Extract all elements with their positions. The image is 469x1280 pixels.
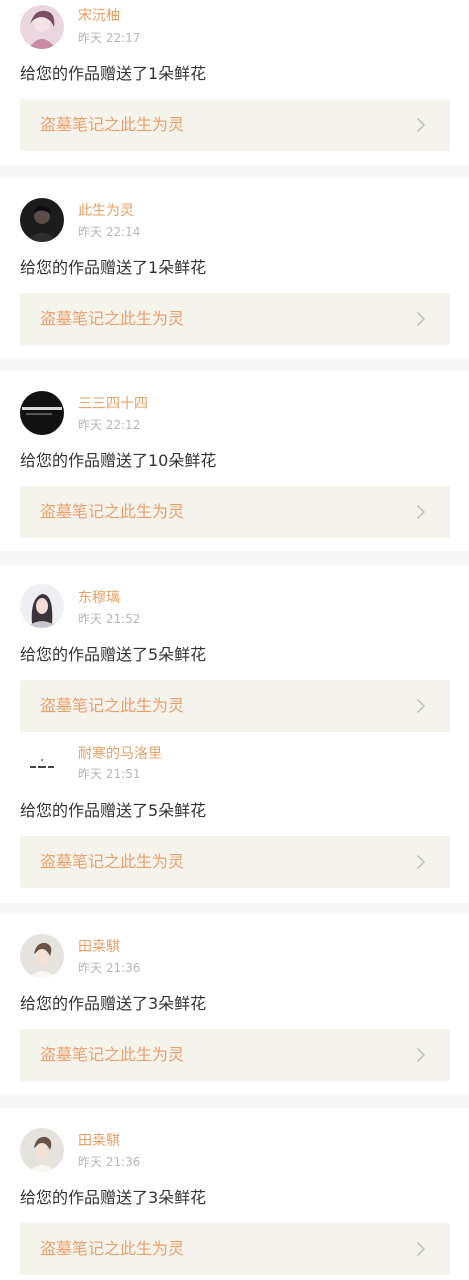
work-link[interactable]: 盗墓笔记之此生为灵 xyxy=(20,680,450,732)
timestamp: 昨天 21:52 xyxy=(78,612,141,626)
notification-card: 田桒騏 昨天 21:36 给您的作品赠送了3朵鲜花 盗墓笔记之此生为灵 xyxy=(0,1108,469,1280)
avatar[interactable] xyxy=(20,934,64,978)
gift-message: 给您的作品赠送了1朵鲜花 xyxy=(20,64,207,83)
notification-card: 田桒騏 昨天 21:36 给您的作品赠送了3朵鲜花 盗墓笔记之此生为灵 xyxy=(0,914,469,1094)
sender-name[interactable]: 此生为灵 xyxy=(78,202,134,220)
avatar-photo-icon xyxy=(20,5,64,49)
sender-name[interactable]: 三三四十四 xyxy=(78,395,148,413)
work-title: 盗墓笔记之此生为灵 xyxy=(40,696,185,715)
gift-message: 给您的作品赠送了3朵鲜花 xyxy=(20,1188,207,1207)
avatar[interactable] xyxy=(20,741,64,785)
avatar-photo-icon xyxy=(20,1128,64,1172)
work-title: 盗墓笔记之此生为灵 xyxy=(40,115,185,134)
avatar-photo-icon xyxy=(20,741,64,785)
chevron-right-icon xyxy=(417,312,425,326)
sender-name[interactable]: 田桒騏 xyxy=(78,1132,120,1150)
work-title: 盗墓笔记之此生为灵 xyxy=(40,1239,185,1258)
timestamp: 昨天 22:12 xyxy=(78,418,141,432)
work-link[interactable]: 盗墓笔记之此生为灵 xyxy=(20,486,450,538)
avatar-photo-icon xyxy=(20,934,64,978)
chevron-right-icon xyxy=(417,855,425,869)
sender-name[interactable]: 田桒騏 xyxy=(78,938,120,956)
notification-card: 东穆璃 昨天 21:52 给您的作品赠送了5朵鲜花 盗墓笔记之此生为灵 xyxy=(0,565,469,737)
avatar[interactable] xyxy=(20,584,64,628)
timestamp: 昨天 22:17 xyxy=(78,31,141,45)
timestamp: 昨天 21:36 xyxy=(78,1155,141,1169)
notification-card: 此生为灵 昨天 22:14 给您的作品赠送了1朵鲜花 盗墓笔记之此生为灵 xyxy=(0,178,469,358)
notification-card: 宋沅柚 昨天 22:17 给您的作品赠送了1朵鲜花 盗墓笔记之此生为灵 xyxy=(0,0,469,165)
sender-name[interactable]: 东穆璃 xyxy=(78,589,120,607)
gift-message: 给您的作品赠送了3朵鲜花 xyxy=(20,994,207,1013)
chevron-right-icon xyxy=(417,699,425,713)
timestamp: 昨天 22:14 xyxy=(78,225,141,239)
avatar[interactable] xyxy=(20,198,64,242)
gift-message: 给您的作品赠送了5朵鲜花 xyxy=(20,645,207,664)
avatar-photo-icon xyxy=(20,584,64,628)
chevron-right-icon xyxy=(417,118,425,132)
sender-name[interactable]: 宋沅柚 xyxy=(78,7,120,25)
work-link[interactable]: 盗墓笔记之此生为灵 xyxy=(20,1029,450,1081)
work-link[interactable]: 盗墓笔记之此生为灵 xyxy=(20,293,450,345)
avatar-photo-icon xyxy=(20,391,64,435)
avatar[interactable] xyxy=(20,1128,64,1172)
work-title: 盗墓笔记之此生为灵 xyxy=(40,309,185,328)
chevron-right-icon xyxy=(417,1048,425,1062)
work-title: 盗墓笔记之此生为灵 xyxy=(40,852,185,871)
notification-card: 三三四十四 昨天 22:12 给您的作品赠送了10朵鲜花 盗墓笔记之此生为灵 xyxy=(0,371,469,551)
sender-name[interactable]: 耐寒的马洛里 xyxy=(78,745,162,763)
work-link[interactable]: 盗墓笔记之此生为灵 xyxy=(20,836,450,888)
work-title: 盗墓笔记之此生为灵 xyxy=(40,1045,185,1064)
gift-message: 给您的作品赠送了10朵鲜花 xyxy=(20,451,217,470)
work-title: 盗墓笔记之此生为灵 xyxy=(40,502,185,521)
work-link[interactable]: 盗墓笔记之此生为灵 xyxy=(20,99,450,151)
notification-card: 耐寒的马洛里 昨天 21:51 给您的作品赠送了5朵鲜花 盗墓笔记之此生为灵 xyxy=(0,737,469,903)
work-link[interactable]: 盗墓笔记之此生为灵 xyxy=(20,1223,450,1275)
avatar[interactable] xyxy=(20,391,64,435)
chevron-right-icon xyxy=(417,505,425,519)
gift-message: 给您的作品赠送了5朵鲜花 xyxy=(20,801,207,820)
timestamp: 昨天 21:51 xyxy=(78,767,141,781)
timestamp: 昨天 21:36 xyxy=(78,961,141,975)
gift-message: 给您的作品赠送了1朵鲜花 xyxy=(20,258,207,277)
chevron-right-icon xyxy=(417,1242,425,1256)
avatar[interactable] xyxy=(20,5,64,49)
avatar-photo-icon xyxy=(20,198,64,242)
